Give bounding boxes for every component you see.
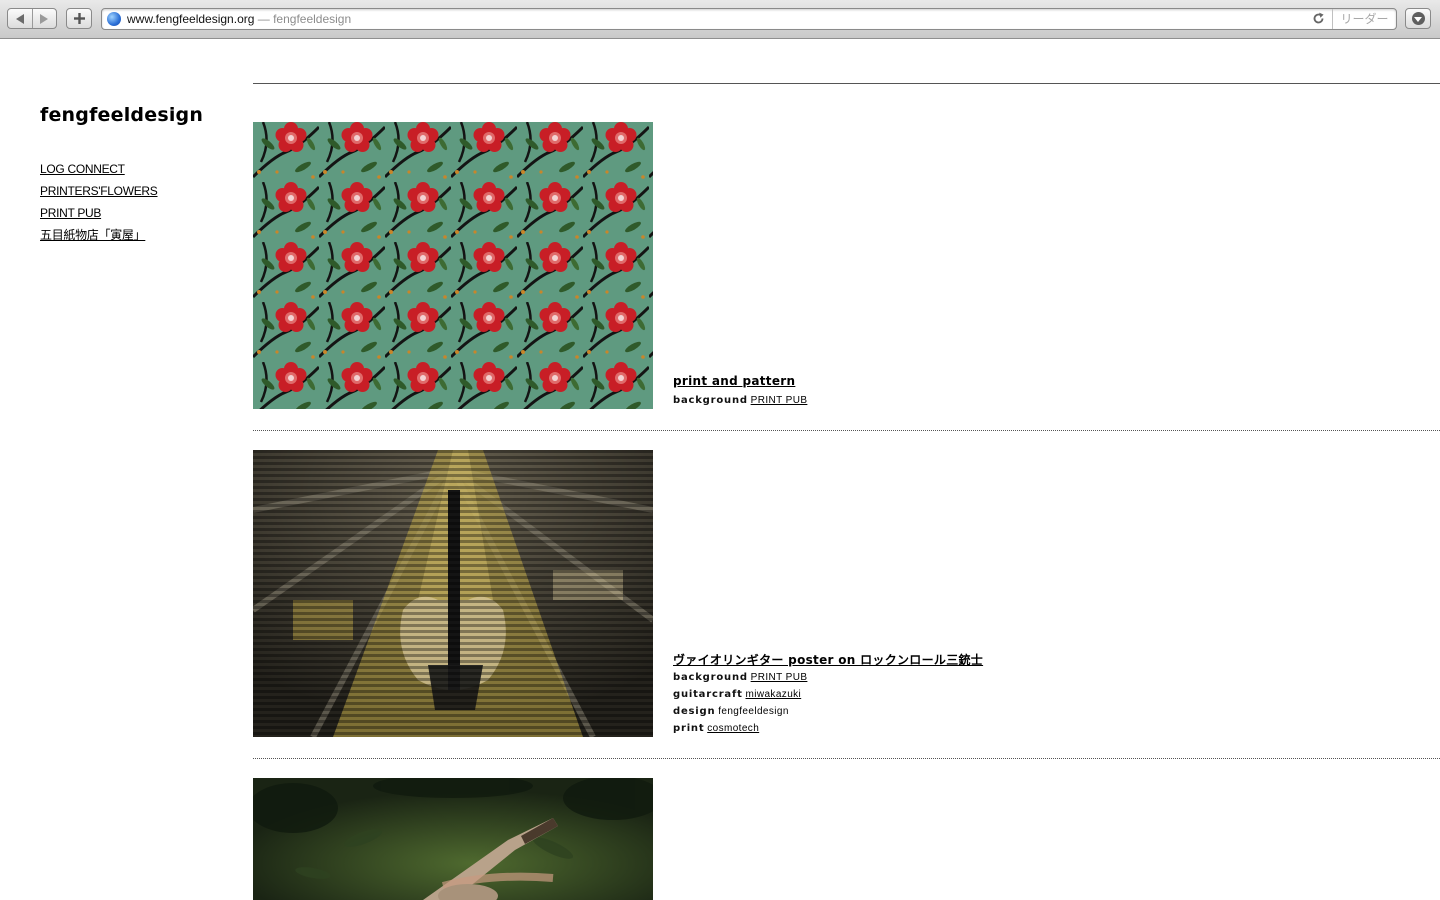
credit-key: design [673, 706, 716, 717]
back-button[interactable] [8, 9, 32, 28]
url-field[interactable]: www.fengfeeldesign.org — fengfeeldesign [127, 12, 351, 27]
globe-icon [107, 12, 121, 26]
credit-key: guitarcraft [673, 689, 743, 700]
download-icon [1411, 12, 1425, 25]
credit-row: background PRINT PUB [673, 392, 807, 409]
credit-link-miwakazuki[interactable]: miwakazuki [746, 689, 802, 700]
violin-guitar-poster-image[interactable] [253, 450, 653, 737]
guitar-on-moss-image[interactable] [253, 778, 653, 900]
credit-row: guitarcraft miwakazuki [673, 686, 807, 703]
back-arrow-icon [15, 13, 24, 24]
credit-key: background [673, 672, 748, 683]
site-nav: LOG CONNECT PRINTERS'FLOWERS PRINT PUB 五… [40, 158, 158, 246]
browser-toolbar: www.fengfeeldesign.org — fengfeeldesign … [0, 0, 1440, 39]
url-page-title: fengfeeldesign [273, 12, 352, 26]
plus-icon [73, 13, 85, 24]
nav-link-printers-flowers[interactable]: PRINTERS'FLOWERS [40, 180, 158, 202]
downloads-button[interactable] [1405, 8, 1431, 29]
guitar-poster-image [253, 450, 653, 737]
url-separator: — [254, 12, 274, 26]
new-tab-button[interactable] [66, 8, 92, 29]
forward-arrow-icon [40, 13, 49, 24]
credit-link-cosmotech[interactable]: cosmotech [707, 723, 759, 734]
flower-pattern-image [253, 122, 653, 409]
entry-credits: background PRINT PUB [673, 392, 807, 409]
credit-link-print-pub[interactable]: PRINT PUB [751, 672, 808, 683]
entry-title-violin-guitar-poster[interactable]: ヴァイオリンギター poster on ロックンロール三銃士 [673, 651, 983, 668]
address-bar[interactable]: www.fengfeeldesign.org — fengfeeldesign … [101, 8, 1397, 30]
moss-guitar-image [253, 778, 653, 900]
entry-title-print-and-pattern[interactable]: print and pattern [673, 374, 795, 388]
credit-link-print-pub[interactable]: PRINT PUB [751, 395, 808, 406]
top-divider [253, 83, 1440, 84]
site-title[interactable]: fengfeeldesign [40, 104, 203, 126]
credit-value: fengfeeldesign [718, 706, 789, 717]
credit-row: print cosmotech [673, 720, 807, 737]
forward-button[interactable] [31, 9, 57, 28]
nav-link-log-connect[interactable]: LOG CONNECT [40, 158, 158, 180]
credit-row: background PRINT PUB [673, 669, 807, 686]
url-domain: www.fengfeeldesign.org [127, 12, 255, 26]
nav-link-print-pub[interactable]: PRINT PUB [40, 202, 158, 224]
reader-button[interactable]: リーダー [1332, 9, 1396, 29]
history-nav [7, 8, 57, 29]
entry-divider [253, 430, 1440, 431]
entry-divider [253, 758, 1440, 759]
credit-key: background [673, 395, 748, 406]
nav-link-torayaya[interactable]: 五目紙物店「寅屋」 [40, 224, 158, 246]
entry-credits: background PRINT PUB guitarcraft miwakaz… [673, 669, 807, 737]
credit-row: design fengfeeldesign [673, 703, 807, 720]
print-and-pattern-image[interactable] [253, 122, 653, 409]
reload-icon[interactable] [1312, 12, 1325, 25]
credit-key: print [673, 723, 705, 734]
